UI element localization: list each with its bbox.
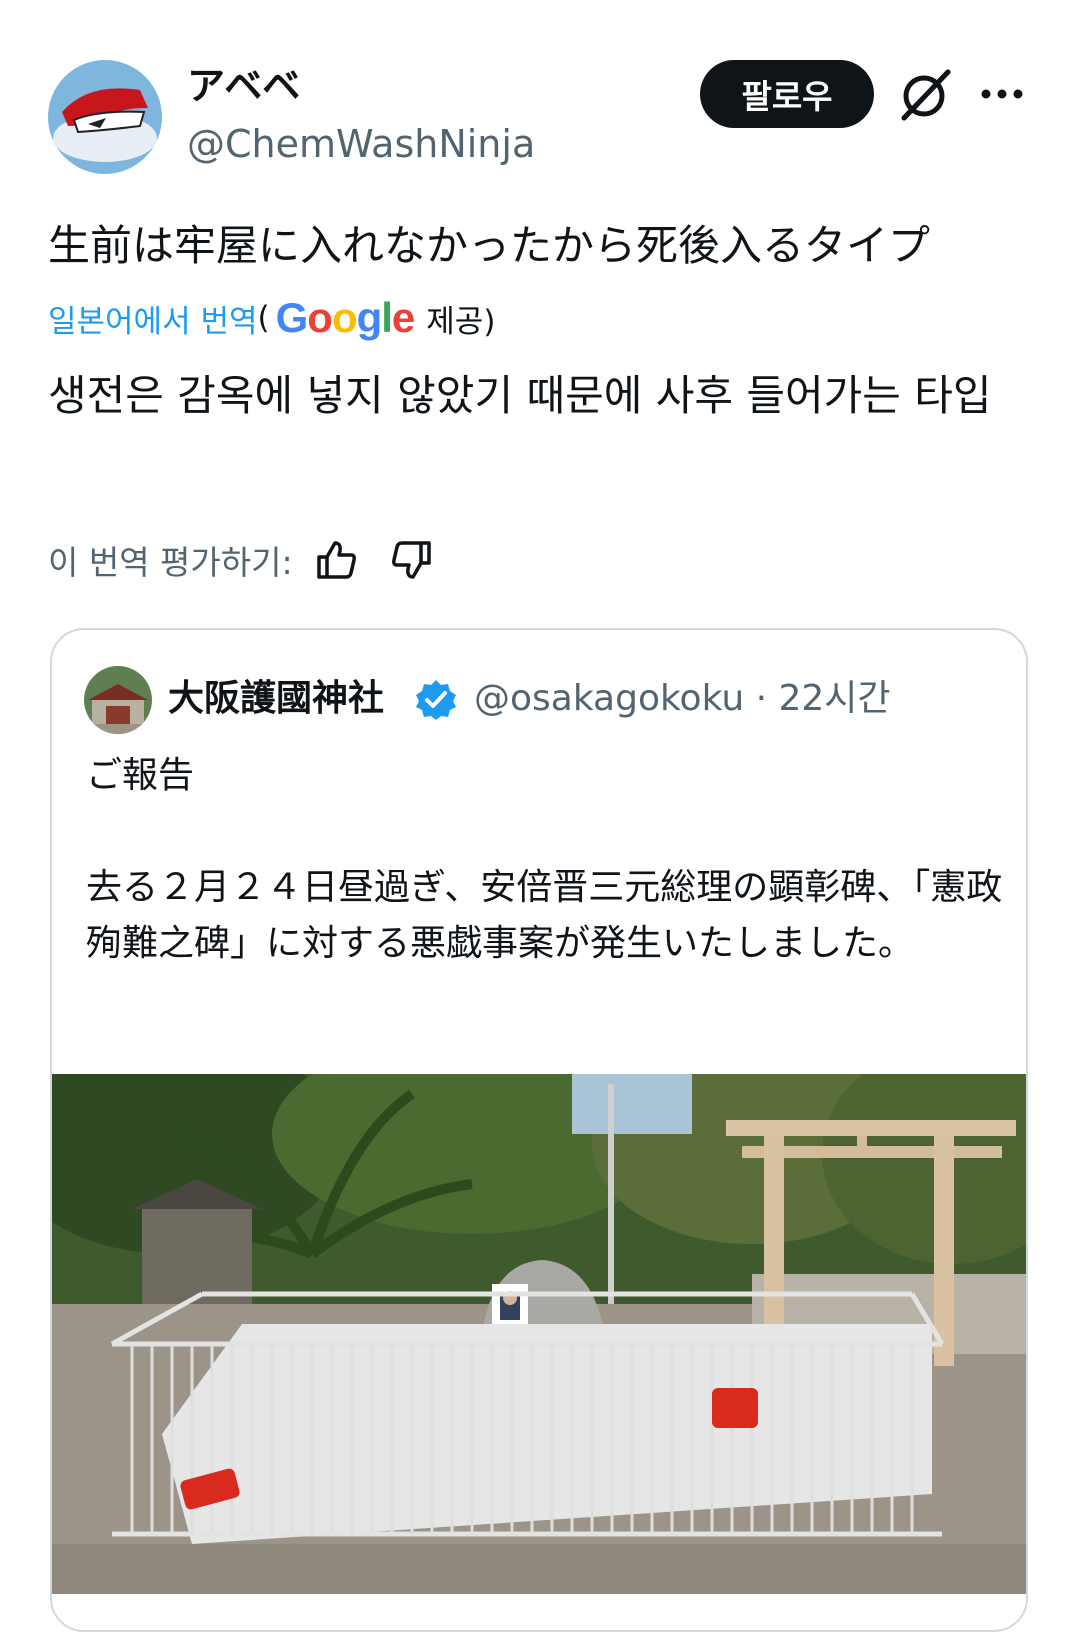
google-g1: G <box>275 294 309 341</box>
provided-label: 제공) <box>426 303 496 340</box>
thumbs-down-icon[interactable] <box>389 537 435 583</box>
quoted-handle-time: @osakagokoku · 22시간 <box>474 678 891 719</box>
author-avatar[interactable] <box>48 60 162 174</box>
rate-translation: 이 번역 평가하기: <box>48 532 435 588</box>
quoted-author-avatar[interactable] <box>84 666 152 734</box>
rate-label: 이 번역 평가하기: <box>48 543 293 582</box>
google-logo: Google <box>275 294 416 342</box>
author-handle[interactable]: @ChemWashNinja <box>187 120 535 168</box>
thumbs-up-icon[interactable] <box>313 537 359 583</box>
post-text: 生前は牢屋に入れなかったから死後入るタイプ <box>48 221 931 270</box>
google-l: l <box>381 294 393 341</box>
quoted-post-text: ご報告 去る２月２４日昼過ぎ、安倍晋三元総理の顕彰碑、「憲政殉難之碑」に対する悪… <box>86 755 1003 964</box>
translated-text: 생전은 감옥에 넣지 않았기 때문에 사후 들어가는 타입 <box>48 371 992 420</box>
quoted-author-name[interactable]: 大阪護國神社 <box>168 674 384 724</box>
google-g2: g <box>356 294 383 341</box>
translated-from-link[interactable]: 일본어에서 번역 <box>48 296 258 341</box>
google-o1: o <box>307 294 333 341</box>
grok-icon[interactable] <box>896 66 954 124</box>
follow-button[interactable]: 팔로우 <box>700 60 874 128</box>
more-icon[interactable] <box>978 80 1026 108</box>
paren-open: ( <box>257 300 270 336</box>
translation-attribution: 일본어에서 번역 ( Google 제공) <box>48 294 495 342</box>
author-display-name[interactable]: アベベ <box>187 62 300 110</box>
quoted-post-card[interactable]: 大阪護國神社 @osakagokoku · 22시간 ご報告 去る２月２４日昼過… <box>50 628 1028 1632</box>
google-o2: o <box>331 294 358 341</box>
google-e: e <box>391 294 415 341</box>
verified-badge-icon <box>414 678 458 722</box>
quoted-post-photo[interactable] <box>52 1074 1026 1594</box>
